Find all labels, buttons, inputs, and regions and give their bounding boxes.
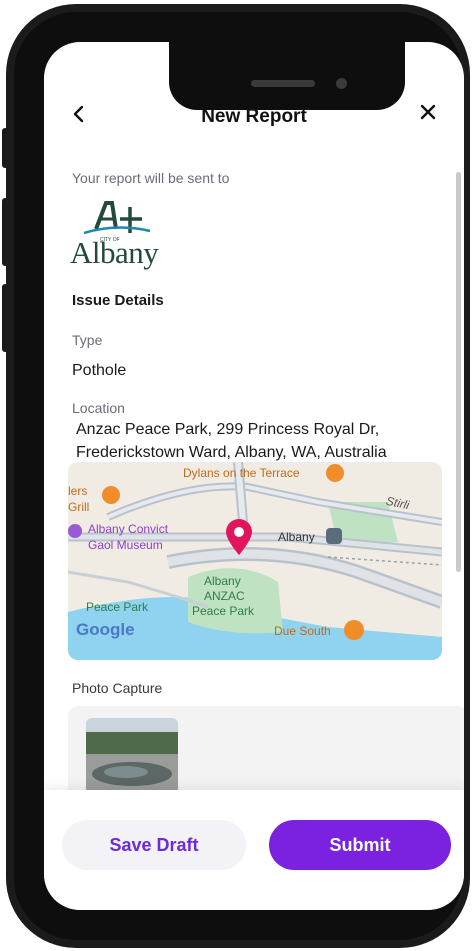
scrollbar[interactable] [456,172,461,572]
notch [169,42,405,110]
city-logo: CITY OF Albany [70,197,166,271]
map-label-anzac-3: Peace Park [192,604,255,618]
issue-details-heading: Issue Details [72,292,164,309]
type-label: Type [72,332,103,348]
map-label-lers: lers [68,484,88,498]
location-pin-icon [226,519,252,555]
map-label-anzac-2: ANZAC [204,589,245,603]
app-screen: New Report Your report will be sent to C… [44,42,464,910]
location-label: Location [72,400,125,416]
phone-frame: New Report Your report will be sent to C… [6,4,470,948]
camera [336,78,347,89]
restaurant-icon [344,620,364,640]
map-label-convict-2: Gaol Museum [88,538,163,552]
close-icon [420,104,436,120]
close-button[interactable] [419,102,437,126]
logo-name: Albany [70,235,159,270]
museum-icon [68,524,82,538]
location-value[interactable]: Anzac Peace Park, 299 Princess Royal Dr,… [76,418,456,464]
restaurant-icon [102,486,120,504]
phone-bezel: New Report Your report will be sent to C… [14,12,464,940]
photo-capture-heading: Photo Capture [72,680,163,696]
map-label-due-south: Due South [274,624,331,638]
map-label-anzac-1: Albany [204,574,241,588]
map-label-peace-park: Peace Park [86,600,149,614]
restaurant-icon [326,464,344,482]
recipient-label: Your report will be sent to [72,170,230,186]
train-station-icon [326,528,342,544]
speaker [251,80,315,87]
map-label-station: Albany [278,530,315,544]
submit-button[interactable]: Submit [269,820,451,870]
google-logo: Google [76,620,135,639]
location-map[interactable]: Dylans on the Terrace lers Grill Stirli … [68,462,442,660]
map-label-grill: Grill [68,500,90,514]
save-draft-button[interactable]: Save Draft [62,820,246,870]
action-footer: Save Draft Submit [44,790,464,910]
map-label-convict-1: Albany Convict [88,522,169,536]
type-value[interactable]: Pothole [72,362,126,380]
map-label-top: Dylans on the Terrace [183,466,300,480]
page-title: New Report [201,106,307,127]
